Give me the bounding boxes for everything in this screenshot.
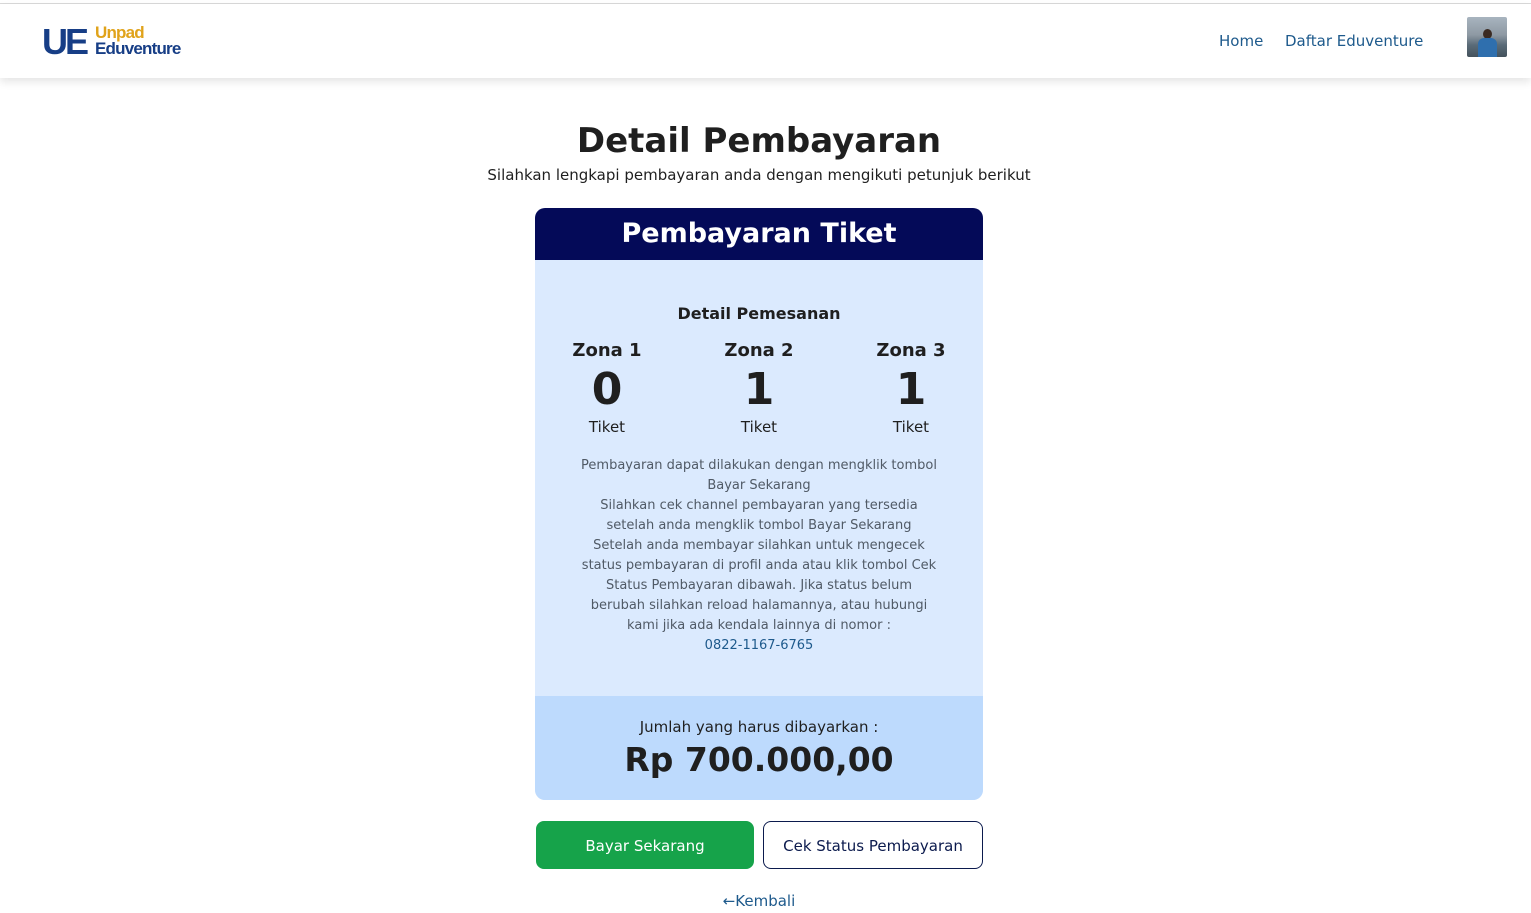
zone-ticket-count: 1 [743,364,775,415]
zone-2-summary: Zona 2 1 Tiket [684,339,834,438]
zone-ticket-unit: Tiket [588,418,626,436]
zone-1-summary: Zona 1 0 Tiket [535,339,682,438]
instruction-line-1: Pembayaran dapat dilakukan dengan mengkl… [581,458,937,493]
card-header: Pembayaran Tiket [535,208,983,260]
instruction-line-2: Silahkan cek channel pembayaran yang ter… [600,498,918,533]
page-subtitle: Silahkan lengkapi pembayaran anda dengan… [487,166,1031,184]
instruction-line-3: Setelah anda membayar silahkan untuk men… [581,538,937,633]
zone-name: Zona 1 [572,340,642,361]
nav-link-daftar-eduventure[interactable]: Daftar Eduventure [1285,32,1423,50]
logo-word-eduventure: Eduventure [95,39,181,58]
check-status-button[interactable]: Cek Status Pembayaran [763,821,983,869]
total-label: Jumlah yang harus dibayarkan : [639,718,879,736]
avatar-body [1478,38,1497,57]
pay-now-button[interactable]: Bayar Sekarang [536,821,754,869]
zone-ticket-unit: Tiket [740,418,778,436]
payment-card: Pembayaran Tiket Detail Pemesanan Zona 1… [535,208,983,800]
navbar: UE Unpad Eduventure Home Daftar Eduventu… [0,4,1531,78]
zone-name: Zona 2 [724,340,794,361]
unpad-eduventure-logo[interactable]: UE Unpad Eduventure [42,24,184,60]
contact-phone-link[interactable]: 0822-1167-6765 [705,638,814,653]
nav-link-home[interactable]: Home [1219,32,1263,50]
total-payment-box: Jumlah yang harus dibayarkan : Rp 700.00… [535,696,983,800]
back-link[interactable]: ←Kembali [0,892,1518,910]
zone-3-summary: Zona 3 1 Tiket [836,339,983,438]
user-avatar[interactable] [1467,17,1507,57]
zone-name: Zona 3 [876,340,946,361]
zone-ticket-unit: Tiket [892,418,930,436]
zone-ticket-count: 1 [895,364,927,415]
payment-instructions: Pembayaran dapat dilakukan dengan mengkl… [579,456,939,656]
order-detail-title: Detail Pemesanan [677,304,841,323]
logo-mark: UE [42,21,89,62]
total-amount: Rp 700.000,00 [624,740,894,779]
zone-ticket-count: 0 [591,364,623,415]
page-title: Detail Pembayaran [576,121,942,161]
